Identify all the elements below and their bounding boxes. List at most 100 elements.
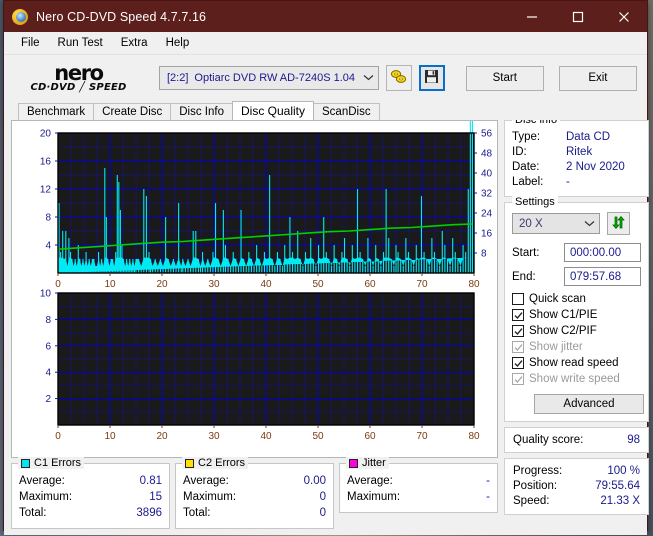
- statistics-row: C1 Errors Average: 0.81 Maximum: 15 Tota…: [11, 457, 498, 529]
- checkbox-show-read-speed[interactable]: Show read speed: [512, 355, 641, 371]
- disc-date-row: Date: 2 Nov 2020: [512, 160, 641, 175]
- jitter-title: Jitter: [362, 457, 386, 469]
- jitter-maximum-row: Maximum: -: [347, 489, 490, 505]
- c1-errors-title: C1 Errors: [34, 457, 82, 469]
- menu-help[interactable]: Help: [157, 34, 199, 52]
- checkbox-checked-icon: [512, 325, 524, 337]
- svg-text:6: 6: [45, 341, 51, 352]
- svg-text:10: 10: [104, 431, 116, 442]
- svg-text:16: 16: [481, 229, 493, 240]
- disc-date-label: Date:: [512, 161, 540, 173]
- menu-bar: File Run Test Extra Help: [4, 32, 647, 55]
- c2-maximum-value: 0: [319, 491, 326, 503]
- c2-total-label: Total:: [183, 507, 211, 519]
- checkbox-checked-disabled-icon: [512, 341, 524, 353]
- refresh-button[interactable]: [607, 212, 630, 235]
- position-row: Position: 79:55.64: [513, 479, 640, 494]
- logo-tagline: CD·DVD ╱ SPEED: [30, 81, 127, 93]
- nero-disc-icon: [12, 8, 28, 25]
- checkbox-show-write-speed: Show write speed: [512, 371, 641, 387]
- c2-errors-title: C2 Errors: [198, 457, 246, 469]
- speed-select-value: 20 X: [519, 217, 543, 230]
- tab-strip: Benchmark Create Disc Disc Info Disc Qua…: [4, 101, 647, 120]
- tab-disc-quality[interactable]: Disc Quality: [232, 101, 315, 120]
- checkbox-label: Quick scan: [529, 293, 586, 305]
- minimize-button[interactable]: [509, 1, 555, 32]
- svg-text:20: 20: [156, 431, 168, 442]
- c2-average-label: Average:: [183, 475, 229, 487]
- drive-select[interactable]: [2:2] Optiarc DVD RW AD-7240S 1.04: [159, 66, 379, 90]
- jitter-average-value: -: [486, 475, 490, 487]
- checkbox-label: Show jitter: [529, 341, 583, 353]
- jitter-maximum-label: Maximum:: [347, 491, 401, 503]
- tab-benchmark[interactable]: Benchmark: [18, 103, 95, 120]
- disc-type-value: Data CD: [566, 131, 611, 143]
- menu-file[interactable]: File: [12, 34, 49, 52]
- svg-text:80: 80: [468, 431, 480, 442]
- svg-text:10: 10: [104, 279, 116, 290]
- svg-text:32: 32: [481, 189, 493, 200]
- svg-text:30: 30: [208, 431, 220, 442]
- checkbox-icon: [512, 293, 524, 305]
- svg-text:40: 40: [260, 279, 272, 290]
- save-results-button[interactable]: [418, 65, 445, 91]
- start-field-row: Start: 000:00.00: [512, 243, 641, 262]
- start-button[interactable]: Start: [465, 65, 544, 91]
- c1-errors-legend: C1 Errors: [18, 457, 85, 469]
- svg-text:70: 70: [416, 279, 428, 290]
- quality-charts: 0 10 20 30 40 50 60 70 80 4 8 12 16 20 8 16 24 32 40 48 56 0 1…: [11, 120, 498, 458]
- svg-text:4: 4: [45, 368, 51, 379]
- disc-label-value: -: [566, 176, 570, 188]
- svg-text:0: 0: [55, 279, 61, 290]
- c2-average-value: 0.00: [303, 475, 326, 487]
- checkbox-quick-scan[interactable]: Quick scan: [512, 291, 641, 307]
- c1-total-row: Total: 3896: [19, 505, 162, 521]
- disc-tool-button[interactable]: [386, 65, 412, 91]
- disc-quality-graph: 0 10 20 30 40 50 60 70 804812162081624324048560 1…: [40, 121, 493, 442]
- tab-create-disc[interactable]: Create Disc: [93, 103, 172, 120]
- c1-maximum-value: 15: [149, 491, 162, 503]
- position-value: 79:55.64: [595, 480, 640, 492]
- end-field-row: End: 079:57.68: [512, 267, 641, 286]
- checkbox-label: Show C2/PIF: [529, 325, 597, 337]
- c1-maximum-row: Maximum: 15: [19, 489, 162, 505]
- title-bar: Nero CD-DVD Speed 4.7.7.16: [4, 1, 647, 32]
- c1-total-value: 3896: [136, 507, 162, 519]
- nero-logo: nero CD·DVD ╱ SPEED: [19, 60, 138, 93]
- advanced-button[interactable]: Advanced: [534, 394, 644, 414]
- tab-scandisc[interactable]: ScanDisc: [313, 103, 380, 120]
- disc-id-label: ID:: [512, 146, 527, 158]
- disc-type-label: Type:: [512, 131, 541, 143]
- end-input[interactable]: 079:57.68: [564, 267, 641, 286]
- disc-type-row: Type: Data CD: [512, 130, 641, 145]
- drive-name: Optiarc DVD RW AD-7240S 1.04: [194, 72, 355, 84]
- svg-text:20: 20: [156, 279, 168, 290]
- disc-id-value: Ritek: [566, 146, 593, 158]
- svg-text:12: 12: [40, 185, 52, 196]
- close-button[interactable]: [601, 1, 647, 32]
- svg-text:20: 20: [40, 129, 52, 140]
- content-area: 0 10 20 30 40 50 60 70 80 4 8 12 16 20 8 16 24 32 40 48 56 0 1…: [4, 114, 649, 535]
- speed-value: 21.33 X: [600, 495, 640, 507]
- svg-text:40: 40: [481, 169, 493, 180]
- tab-disc-info[interactable]: Disc Info: [170, 103, 233, 120]
- svg-text:30: 30: [208, 279, 220, 290]
- checkbox-checked-icon: [512, 309, 524, 321]
- menu-extra[interactable]: Extra: [112, 34, 157, 52]
- svg-text:56: 56: [481, 129, 493, 140]
- checkbox-show-c2-pif[interactable]: Show C2/PIF: [512, 323, 641, 339]
- exit-button[interactable]: Exit: [558, 65, 637, 91]
- maximize-button[interactable]: [555, 1, 601, 32]
- svg-text:10: 10: [40, 289, 52, 300]
- toolbar: nero CD·DVD ╱ SPEED [2:2] Optiarc DVD RW…: [4, 55, 647, 101]
- c1-average-label: Average:: [19, 475, 65, 487]
- disc-id-row: ID: Ritek: [512, 145, 641, 160]
- status-box: Progress: 100 % Position: 79:55.64 Speed…: [504, 458, 649, 515]
- c1-average-value: 0.81: [139, 475, 162, 487]
- start-input[interactable]: 000:00.00: [564, 243, 641, 262]
- speed-select[interactable]: 20 X: [512, 213, 600, 234]
- logo-wordmark: nero: [54, 60, 104, 85]
- menu-run-test[interactable]: Run Test: [49, 34, 112, 52]
- disc-label-row: Label: -: [512, 175, 641, 190]
- checkbox-show-c1-pie[interactable]: Show C1/PIE: [512, 307, 641, 323]
